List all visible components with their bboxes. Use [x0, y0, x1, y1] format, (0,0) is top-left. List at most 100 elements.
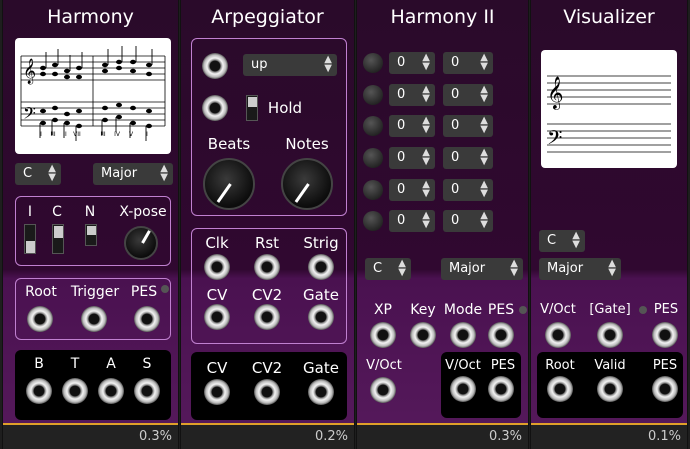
cpu-meter: 0.3% [3, 423, 178, 449]
key-select-value: C [547, 233, 557, 248]
pes-led [519, 306, 527, 314]
svg-text:𝄢: 𝄢 [23, 103, 36, 127]
arp-mode-select[interactable]: up ▲ ▼ [243, 54, 337, 76]
arp-mode-value: up [251, 57, 268, 72]
key-input-jack[interactable] [410, 322, 436, 348]
cv2-output-jack[interactable] [254, 379, 280, 405]
interval-a-2[interactable]: 0 ▲ ▼ [389, 84, 435, 106]
voice-button-6[interactable] [363, 211, 383, 231]
interval-a-6[interactable]: 0 ▲ ▼ [389, 210, 435, 232]
voct-input-jack[interactable] [370, 377, 396, 403]
voice-button-1[interactable] [363, 53, 383, 73]
hold-switch[interactable] [246, 95, 258, 121]
switch-n[interactable] [85, 224, 97, 246]
hold-cv-jack[interactable] [202, 95, 228, 121]
interval-value: 0 [397, 213, 406, 228]
updown-icon: ▲ ▼ [480, 115, 488, 135]
gate-output-jack[interactable] [308, 379, 334, 405]
pes-input-jack[interactable] [652, 322, 678, 348]
mode-label: Mode [443, 302, 483, 318]
pes-label: PES [487, 302, 515, 318]
trigger-label: Trigger [70, 284, 120, 300]
key-select[interactable]: C ▲ ▼ [15, 163, 61, 185]
switch-label-n: N [84, 204, 96, 220]
interval-b-5[interactable]: 0 ▲ ▼ [443, 179, 493, 201]
cv-input-jack[interactable] [204, 304, 230, 330]
root-output-jack[interactable] [547, 376, 573, 402]
clk-input-jack[interactable] [204, 254, 230, 280]
pes-label: PES [130, 284, 158, 300]
out-label-a: A [106, 356, 116, 372]
voice-button-3[interactable] [363, 116, 383, 136]
harmony-module: Harmony 𝄞 𝄢 I III II VII III IV V I C ▲ … [2, 0, 179, 449]
voct-output-jack[interactable] [450, 376, 476, 402]
s-output-jack[interactable] [134, 378, 160, 404]
interval-value: 0 [451, 87, 460, 102]
interval-value: 0 [397, 150, 406, 165]
score-svg: 𝄞 𝄢 I III II VII III IV V I [20, 46, 166, 141]
beats-knob[interactable] [203, 158, 255, 210]
cv2-input-jack[interactable] [254, 304, 280, 330]
valid-output-jack[interactable] [597, 376, 623, 402]
xp-input-jack[interactable] [370, 322, 396, 348]
cv-in-label: CV [206, 286, 228, 304]
a-output-jack[interactable] [98, 378, 124, 404]
trigger-input-jack[interactable] [81, 306, 107, 332]
pes-output-jack[interactable] [488, 376, 514, 402]
strig-input-jack[interactable] [308, 254, 334, 280]
module-title: Harmony II [390, 6, 495, 28]
key-select-value: C [373, 261, 383, 276]
arpeggiator-module: Arpeggiator up ▲ ▼ Hold Beats Notes Clk R… [180, 0, 355, 449]
pes-output-jack[interactable] [652, 376, 678, 402]
roman-numeral: I [40, 131, 42, 138]
interval-value: 0 [397, 55, 406, 70]
xpose-knob[interactable] [124, 226, 158, 260]
hold-label: Hold [267, 99, 303, 117]
key-select[interactable]: C ▲ ▼ [365, 258, 411, 280]
mode-cv-jack[interactable] [202, 53, 228, 79]
root-input-jack[interactable] [27, 306, 53, 332]
interval-a-1[interactable]: 0 ▲ ▼ [389, 52, 435, 74]
interval-value: 0 [397, 182, 406, 197]
xp-label: XP [373, 302, 393, 318]
mode-select[interactable]: Major ▲ ▼ [539, 258, 621, 280]
interval-b-3[interactable]: 0 ▲ ▼ [443, 115, 493, 137]
gate-input-jack[interactable] [308, 304, 334, 330]
updown-icon: ▲ ▼ [422, 115, 430, 135]
mode-select[interactable]: Major ▲ ▼ [441, 258, 523, 280]
rst-input-jack[interactable] [254, 254, 280, 280]
t-output-jack[interactable] [62, 378, 88, 404]
pes-input-jack[interactable] [134, 306, 160, 332]
voct-input-jack[interactable] [545, 322, 571, 348]
cpu-meter: 0.1% [531, 423, 687, 449]
mode-input-jack[interactable] [450, 322, 476, 348]
pes-input-jack[interactable] [488, 322, 514, 348]
notes-knob[interactable] [281, 158, 333, 210]
interval-a-4[interactable]: 0 ▲ ▼ [389, 147, 435, 169]
gate-in-label: [Gate] [589, 302, 631, 317]
voice-button-4[interactable] [363, 148, 383, 168]
gate-input-jack[interactable] [597, 322, 623, 348]
updown-icon: ▲ ▼ [398, 258, 406, 278]
switch-c[interactable] [52, 224, 64, 254]
staff-display: 𝄞 𝄢 [541, 50, 677, 168]
mode-select[interactable]: Major ▲ ▼ [93, 163, 173, 185]
voice-button-5[interactable] [363, 180, 383, 200]
interval-b-6[interactable]: 0 ▲ ▼ [443, 210, 493, 232]
interval-b-4[interactable]: 0 ▲ ▼ [443, 147, 493, 169]
interval-a-5[interactable]: 0 ▲ ▼ [389, 179, 435, 201]
harmony-ii-module: Harmony II 0 ▲ ▼ 0 ▲ ▼ 0 ▲ ▼ 0 ▲ ▼ 0 ▲ ▼ 0 ▲ ▼ 0 ▲ ▼ 0… [356, 0, 529, 449]
svg-text:𝄞: 𝄞 [547, 76, 564, 110]
interval-b-2[interactable]: 0 ▲ ▼ [443, 84, 493, 106]
updown-icon: ▲ ▼ [608, 258, 616, 278]
cv-output-jack[interactable] [204, 379, 230, 405]
updown-icon: ▲ ▼ [480, 52, 488, 72]
interval-a-3[interactable]: 0 ▲ ▼ [389, 115, 435, 137]
b-output-jack[interactable] [26, 378, 52, 404]
key-select[interactable]: C ▲ ▼ [539, 230, 585, 252]
updown-icon: ▲ ▼ [422, 210, 430, 230]
voice-button-2[interactable] [363, 85, 383, 105]
switch-label-xpose: X-pose [119, 204, 167, 220]
switch-i[interactable] [24, 224, 36, 254]
interval-b-1[interactable]: 0 ▲ ▼ [443, 52, 493, 74]
